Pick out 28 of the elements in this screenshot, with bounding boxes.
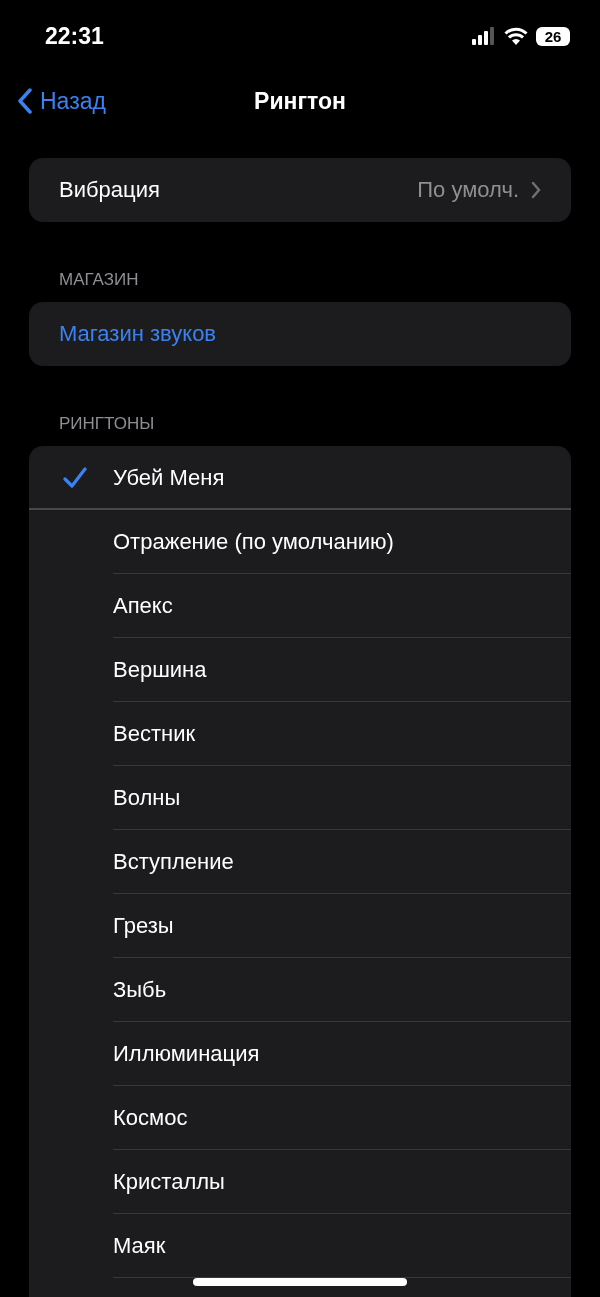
vibration-value: По умолч. [417,177,519,203]
ringtone-item[interactable]: Кристаллы [29,1150,571,1214]
page-title: Рингтон [254,87,346,115]
checkmark-icon [63,467,87,489]
ringtone-item[interactable]: Вестник [29,702,571,766]
ringtone-item[interactable]: Вершина [29,638,571,702]
ringtone-item[interactable]: Космос [29,1086,571,1150]
sound-store-link[interactable]: Магазин звуков [59,321,217,347]
section-header: МАГАЗИН [59,270,139,290]
back-link[interactable]: Назад [18,72,106,130]
ringtone-item[interactable]: Иллюминация [29,1022,571,1086]
signal-icon [472,27,496,45]
ringtone-item[interactable]: Маяк [29,1214,571,1278]
clock: 22:31 [45,22,104,50]
section-header: РИНГТОНЫ [59,414,155,434]
ringtone-item[interactable]: Волны [29,766,571,830]
ringtone-item[interactable]: Отражение (по умолчанию) [29,510,571,574]
ringtone-item[interactable]: Грезы [29,894,571,958]
battery-level: 26 [536,26,570,46]
vibration-row[interactable]: Вибрация По умолч. [29,158,571,222]
vibration-label: Вибрация [59,177,161,203]
ringtone-item[interactable]: Апекс [29,574,571,638]
ringtone-item[interactable]: Убей Меня [29,446,571,510]
ringtone-item[interactable]: Вступление [29,830,571,894]
chevron-left-icon [18,88,32,114]
chevron-right-icon [531,181,541,199]
ringtone-item[interactable]: Зыбь [29,958,571,1022]
wifi-icon [504,27,528,45]
